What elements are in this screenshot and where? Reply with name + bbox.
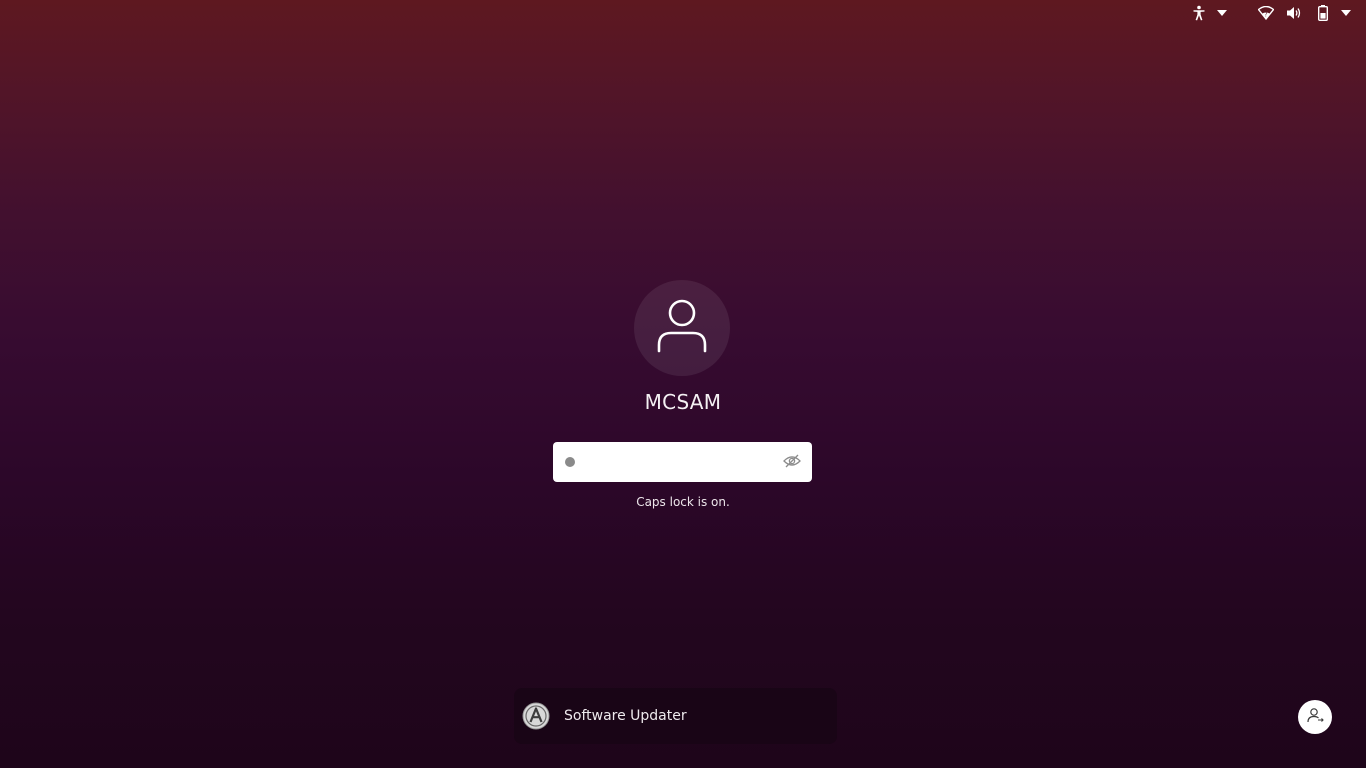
switch-user-button[interactable] (1298, 700, 1332, 734)
network-indicator[interactable]: ? (1257, 4, 1275, 22)
system-menu-toggle[interactable] (1339, 4, 1353, 22)
notification-title: Software Updater (564, 708, 687, 724)
eye-slash-icon (783, 453, 801, 472)
volume-indicator[interactable] (1285, 4, 1303, 22)
top-bar: ? (0, 0, 1366, 26)
svg-text:?: ? (1264, 12, 1267, 19)
username-label: MCSAM (644, 390, 722, 414)
software-updater-icon (522, 702, 550, 730)
password-field[interactable] (553, 442, 812, 482)
user-icon (656, 298, 708, 358)
avatar (634, 280, 730, 376)
volume-icon (1286, 6, 1302, 20)
reveal-password-button[interactable] (782, 452, 802, 472)
password-input[interactable] (553, 442, 773, 482)
battery-icon (1318, 5, 1328, 21)
chevron-down-icon (1341, 10, 1351, 16)
accessibility-menu-toggle[interactable] (1215, 4, 1229, 22)
battery-indicator[interactable] (1314, 4, 1332, 22)
software-updater-notification[interactable]: Software Updater (514, 688, 837, 744)
switch-user-icon (1306, 707, 1324, 727)
accessibility-icon (1192, 5, 1206, 21)
accessibility-button[interactable] (1190, 4, 1208, 22)
chevron-down-icon (1217, 10, 1227, 16)
wifi-icon: ? (1258, 6, 1274, 20)
caps-lock-warning: Caps lock is on. (636, 495, 730, 509)
